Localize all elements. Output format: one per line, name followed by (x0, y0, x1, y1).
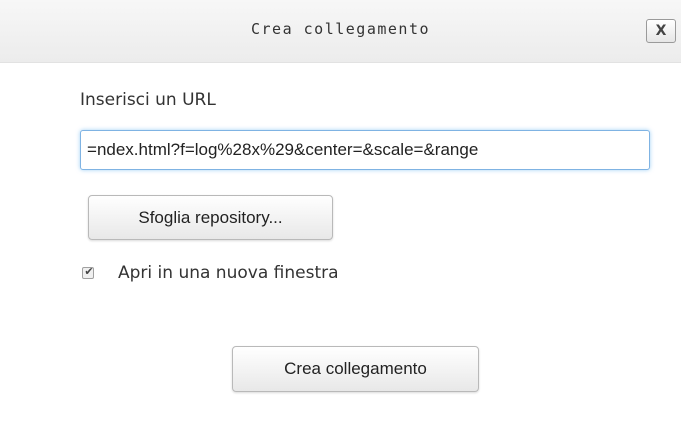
close-button[interactable]: X (646, 19, 676, 43)
checkmark-icon: ✔ (84, 265, 94, 278)
close-icon: X (655, 23, 667, 39)
create-link-button[interactable]: Crea collegamento (232, 346, 479, 392)
browse-repositories-button[interactable]: Sfoglia repository... (88, 195, 333, 240)
dialog-title: Crea collegamento (250, 20, 431, 38)
create-link-dialog: Crea collegamento X Inserisci un URL Sfo… (0, 0, 681, 438)
new-window-label: Apri in una nuova finestra (118, 263, 339, 283)
new-window-checkbox[interactable]: ✔ (82, 265, 94, 279)
url-input[interactable] (80, 130, 650, 170)
url-label: Inserisci un URL (80, 90, 216, 110)
dialog-titlebar: Crea collegamento X (0, 0, 681, 63)
